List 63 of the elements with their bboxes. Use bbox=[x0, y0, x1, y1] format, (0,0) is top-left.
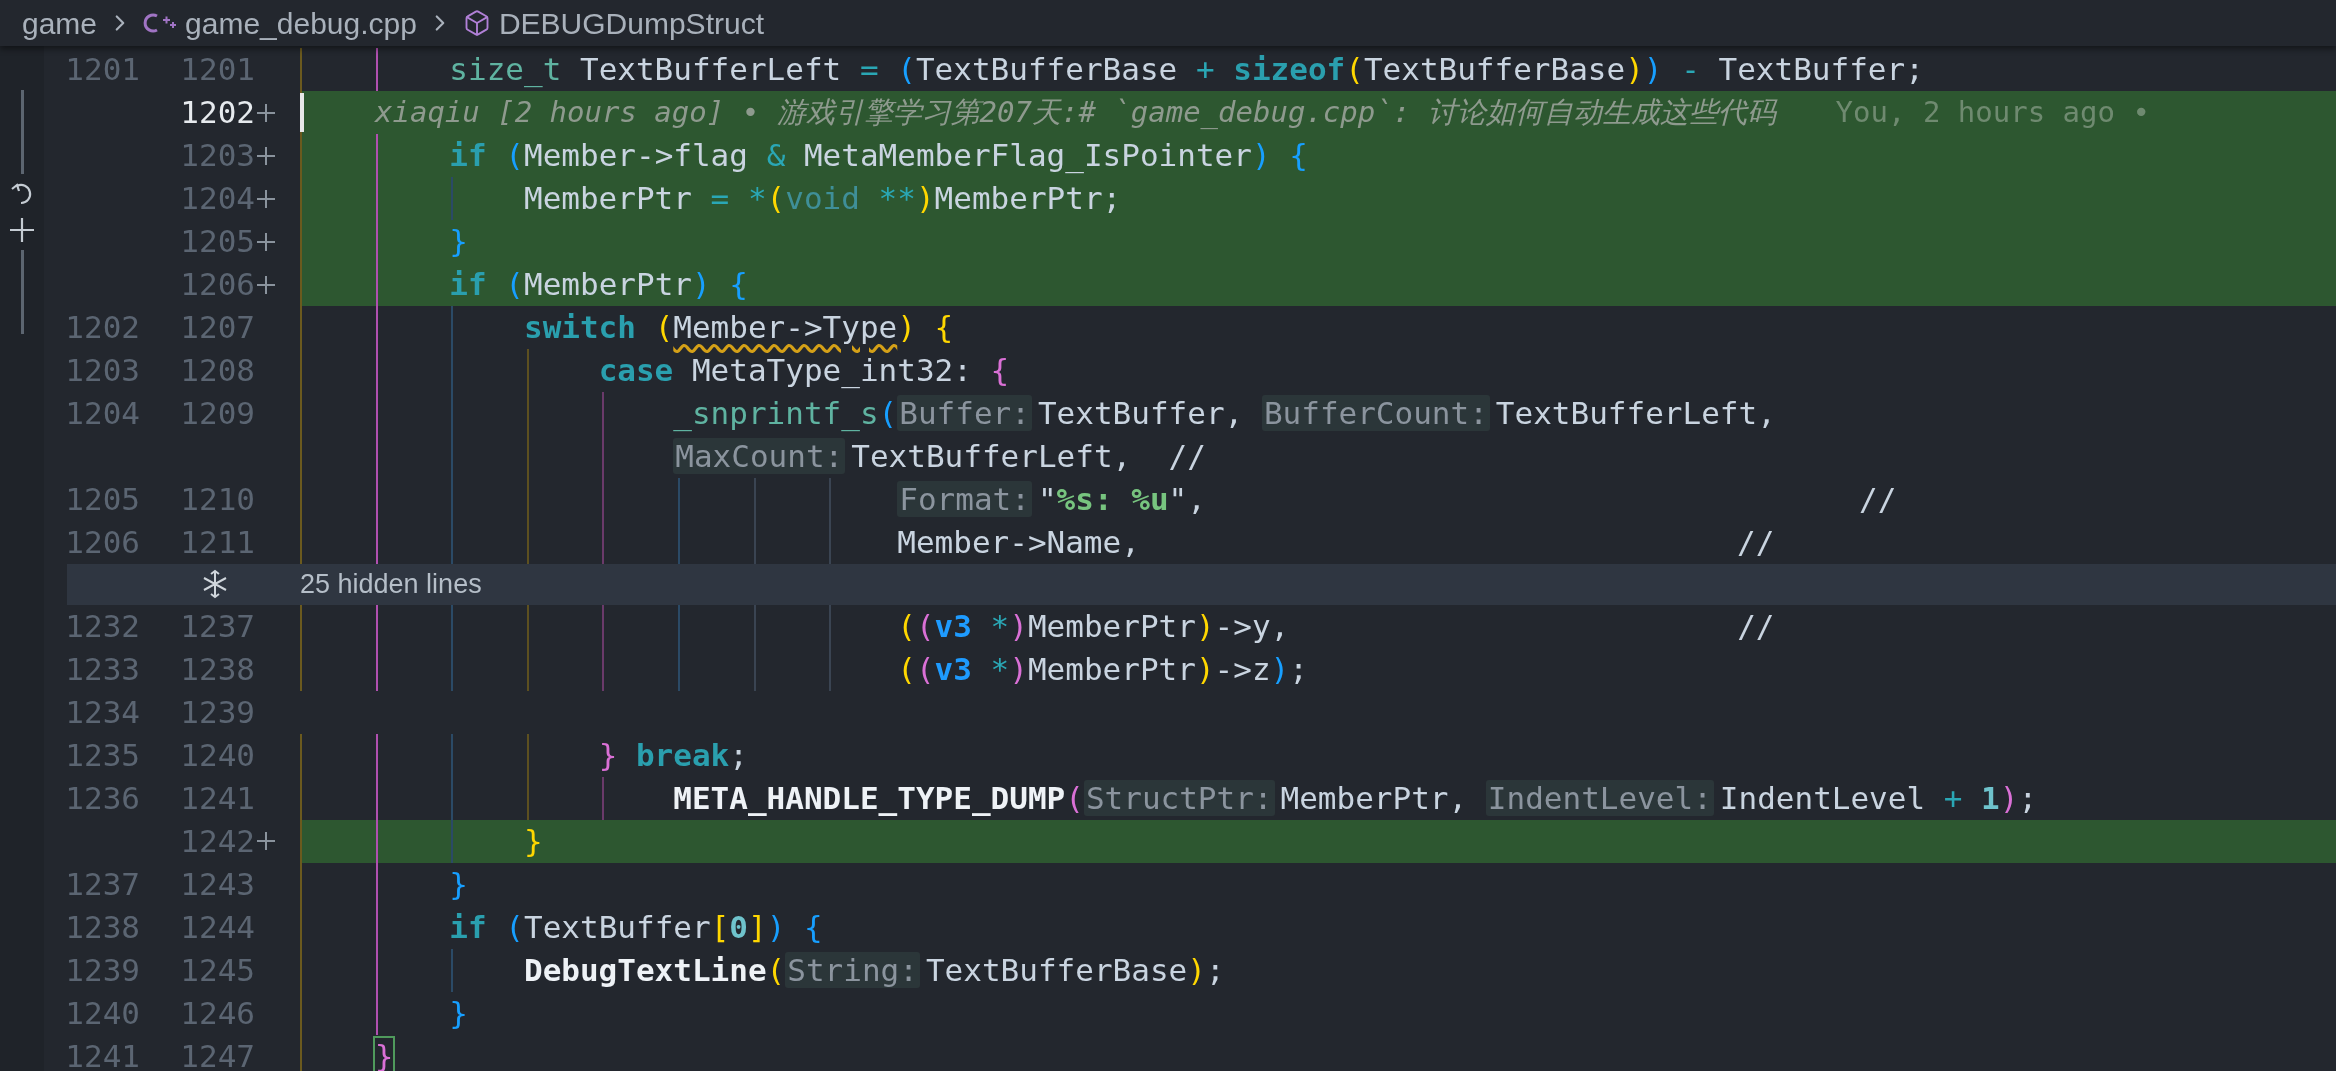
line-number: 1238 bbox=[64, 907, 140, 947]
line-number: 1204 bbox=[64, 394, 140, 434]
line-number: 1211 bbox=[179, 523, 255, 563]
blame-annotation: xiaqiu [2 hours ago] • 游戏引擎学习第207天:# `game_debug.cpp`: 讨论如何自动生成这些代码 bbox=[375, 93, 1776, 131]
plus-icon[interactable] bbox=[8, 216, 36, 244]
code-line: DebugTextLine(String: TextBufferBase); bbox=[300, 948, 2336, 992]
line-number: 1206 bbox=[64, 523, 140, 563]
line-number: 1205 bbox=[64, 480, 140, 520]
line-number: 1201 bbox=[179, 50, 255, 90]
code-line: } bbox=[300, 1034, 2336, 1071]
line-number: 1239 bbox=[64, 950, 140, 990]
code-line: } bbox=[300, 862, 2336, 906]
line-number: 1237 bbox=[64, 864, 140, 904]
line-number: 1240 bbox=[179, 735, 255, 775]
line-number: 1201 bbox=[64, 50, 140, 90]
line-number: 1241 bbox=[179, 778, 255, 818]
line-number: 1238 bbox=[179, 649, 255, 689]
line-number: 1244 bbox=[179, 907, 255, 947]
breadcrumb-item[interactable]: game bbox=[22, 0, 98, 46]
line-number: 1202 bbox=[64, 308, 140, 348]
code-line: } break; bbox=[300, 733, 2336, 777]
line-number: 1242 bbox=[179, 821, 255, 861]
code-line: META_HANDLE_TYPE_DUMP(StructPtr: MemberPtr, IndentLevel: IndentLevel + 1); bbox=[300, 776, 2336, 820]
line-number: 1233 bbox=[64, 649, 140, 689]
line-number: 1245 bbox=[179, 950, 255, 990]
code-line: Member->Name, // bbox=[300, 521, 2336, 564]
line-number: 1236 bbox=[64, 778, 140, 818]
blame-author: You, 2 hours ago • bbox=[1835, 93, 2150, 131]
line-number: 1203 bbox=[64, 351, 140, 391]
line-number: 1246 bbox=[179, 993, 255, 1033]
code-line: if (TextBuffer[0]) { bbox=[300, 905, 2336, 949]
line-number: 1202 bbox=[179, 93, 255, 133]
code-line: } bbox=[300, 991, 2336, 1035]
code-line: ((v3 *)MemberPtr)->y, // bbox=[300, 604, 2336, 648]
line-number: 1243 bbox=[179, 864, 255, 904]
line-number: 1207 bbox=[179, 308, 255, 348]
line-number: 1239 bbox=[179, 692, 255, 732]
line-number: 1234 bbox=[64, 692, 140, 732]
breadcrumb-item[interactable]: game_debug.cpp bbox=[185, 0, 417, 46]
line-number: 1235 bbox=[64, 735, 140, 775]
line-number: 1232 bbox=[64, 606, 140, 646]
line-number: 1204 bbox=[179, 179, 255, 219]
hidden-lines-label: 25 hidden lines bbox=[300, 568, 482, 601]
cpp-file-icon bbox=[143, 11, 178, 35]
line-number: 1210 bbox=[179, 480, 255, 520]
line-number: 1241 bbox=[64, 1036, 140, 1071]
line-number: 1203 bbox=[179, 136, 255, 176]
line-number: 1208 bbox=[179, 351, 255, 391]
line-number: 1247 bbox=[179, 1036, 255, 1071]
code-line: MaxCount: TextBufferLeft, // bbox=[300, 435, 2336, 478]
line-number: 1240 bbox=[64, 993, 140, 1033]
line-number: 1206 bbox=[179, 265, 255, 305]
code-line: size_t TextBufferLeft = (TextBufferBase + sizeof(TextBufferBase)) - TextBuffer; bbox=[300, 48, 2336, 91]
line-number: 1205 bbox=[179, 222, 255, 262]
code-line: ((v3 *)MemberPtr)->z); bbox=[300, 647, 2336, 691]
code-line: case MetaType_int32: { bbox=[300, 349, 2336, 392]
line-number: 1209 bbox=[179, 394, 255, 434]
line-number: 1237 bbox=[179, 606, 255, 646]
code-line: _snprintf_s(Buffer: TextBuffer, BufferCount: TextBufferLeft, bbox=[300, 392, 2336, 435]
folded-region-bar[interactable]: 25 hidden lines bbox=[67, 564, 2336, 605]
code-line: switch (Member->Type) { bbox=[300, 306, 2336, 349]
breadcrumb-item[interactable]: DEBUGDumpStruct bbox=[498, 0, 764, 46]
code-line: Format: "%s: %u", // bbox=[300, 478, 2336, 521]
